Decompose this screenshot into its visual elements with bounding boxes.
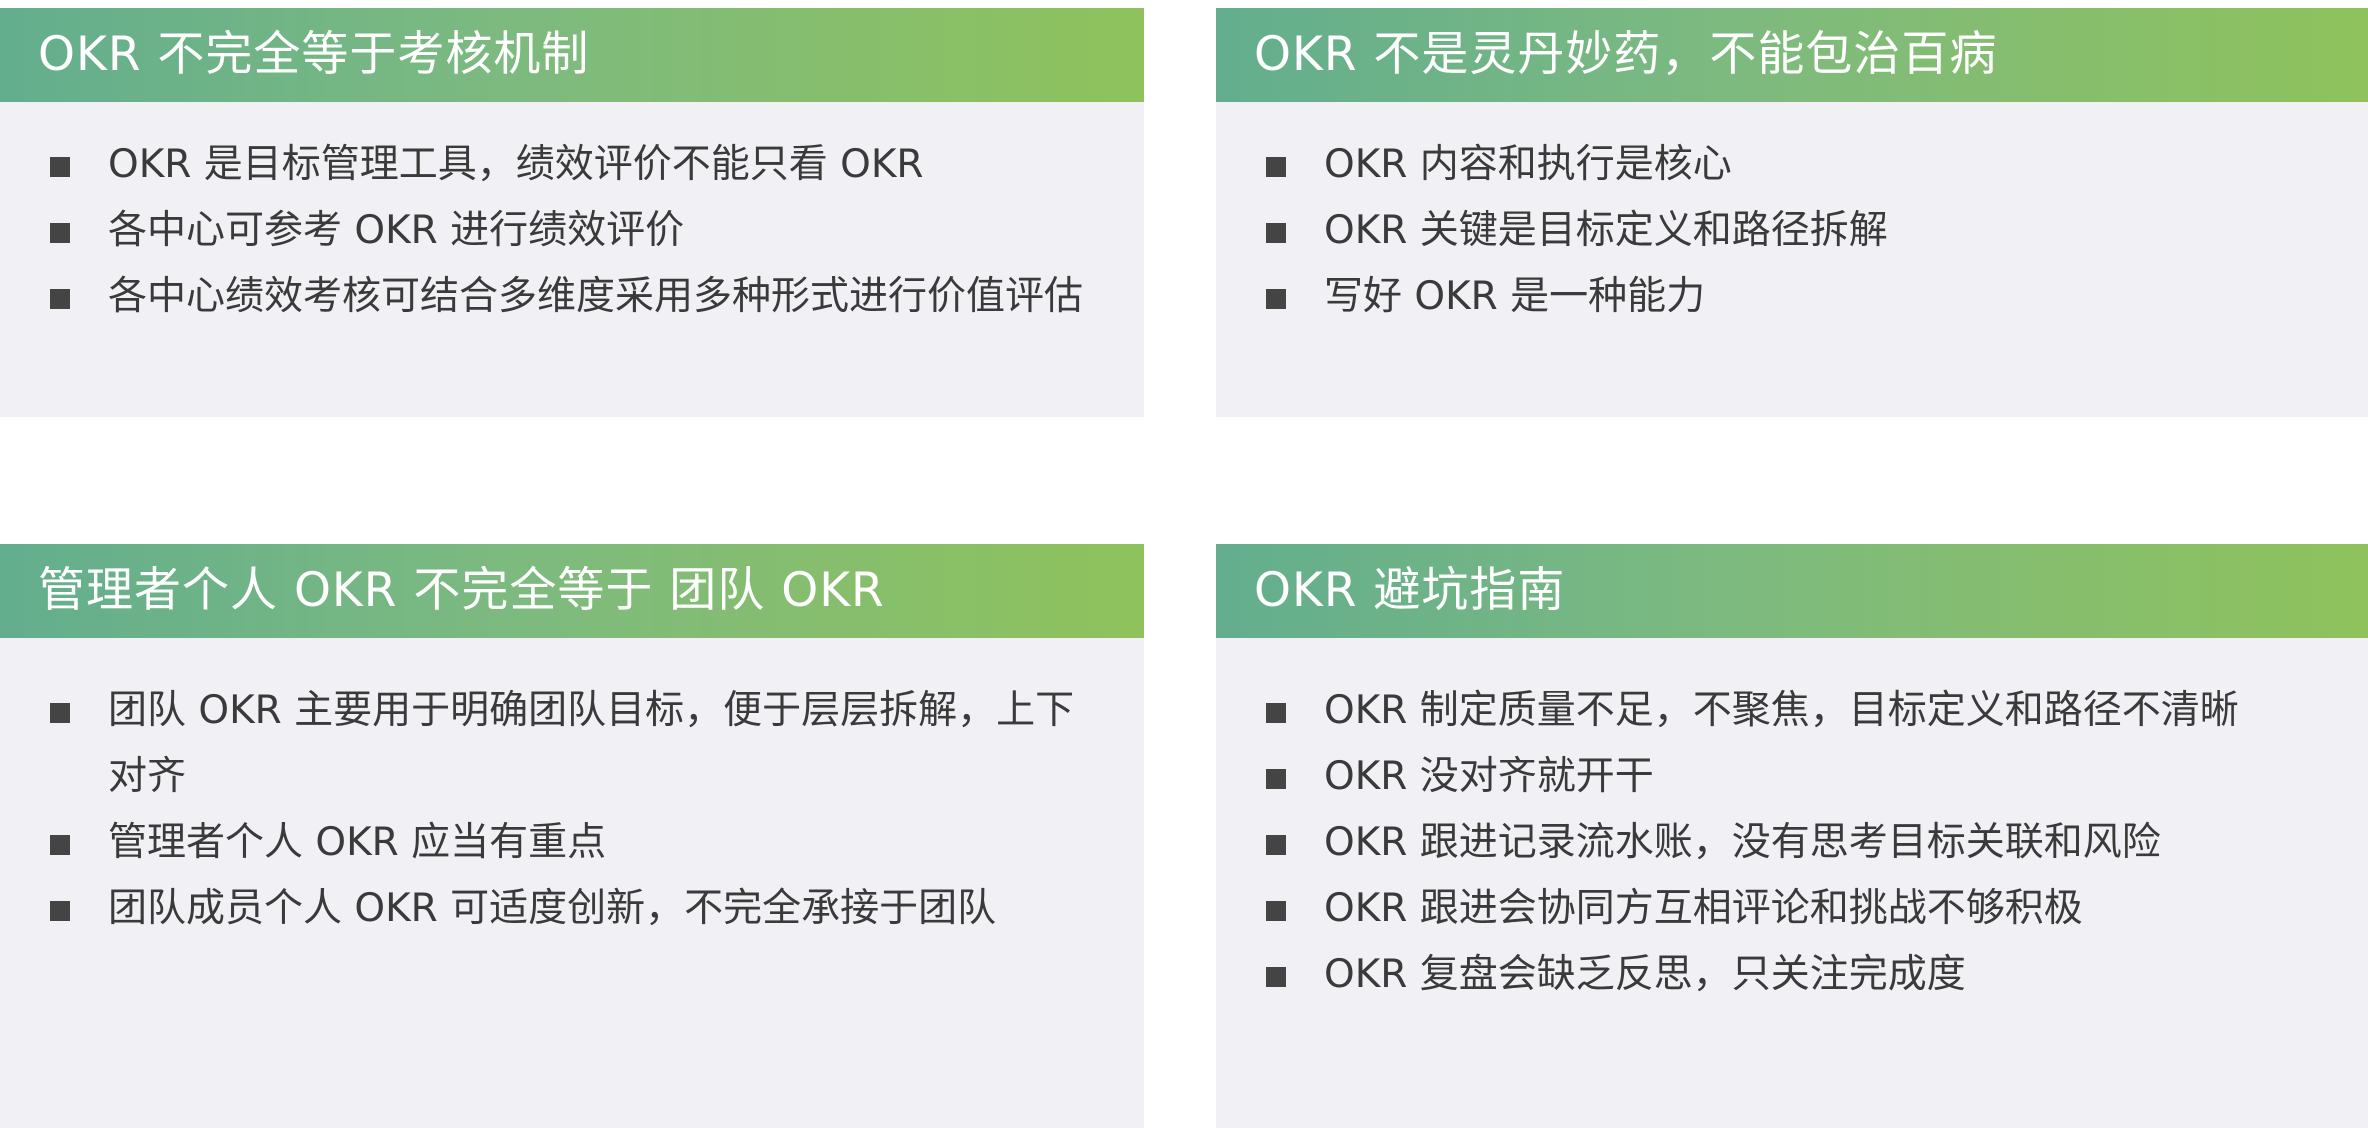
list-item-text: 团队 OKR 主要用于明确团队目标，便于层层拆解，上下对齐 (108, 688, 1075, 799)
square-bullet-icon (50, 835, 70, 855)
card-title: 管理者个人 OKR 不完全等于 团队 OKR (0, 544, 1144, 638)
list-item: OKR 内容和执行是核心 (1216, 132, 2368, 198)
list-item: 管理者个人 OKR 应当有重点 (0, 810, 1144, 876)
square-bullet-icon (50, 223, 70, 243)
list-item-text: OKR 跟进会协同方互相评论和挑战不够积极 (1324, 886, 2083, 931)
list-item-text: 团队成员个人 OKR 可适度创新，不完全承接于团队 (108, 886, 997, 931)
list-item: OKR 关键是目标定义和路径拆解 (1216, 198, 2368, 264)
list-item-text: OKR 制定质量不足，不聚焦，目标定义和路径不清晰 (1324, 688, 2239, 733)
square-bullet-icon (1266, 901, 1286, 921)
card-body: OKR 是目标管理工具，绩效评价不能只看 OKR 各中心可参考 OKR 进行绩效… (0, 102, 1144, 417)
square-bullet-icon (50, 289, 70, 309)
list-item-text: OKR 关键是目标定义和路径拆解 (1324, 208, 1888, 253)
square-bullet-icon (1266, 769, 1286, 789)
list-item-text: OKR 是目标管理工具，绩效评价不能只看 OKR (108, 142, 924, 187)
card-title: OKR 避坑指南 (1216, 544, 2368, 638)
list-item-text: 各中心绩效考核可结合多维度采用多种形式进行价值评估 (108, 274, 1084, 319)
list-item: 写好 OKR 是一种能力 (1216, 264, 2368, 330)
list-item: OKR 复盘会缺乏反思，只关注完成度 (1216, 942, 2368, 1008)
square-bullet-icon (1266, 835, 1286, 855)
list-item-text: 各中心可参考 OKR 进行绩效评价 (108, 208, 685, 253)
list-item: OKR 没对齐就开干 (1216, 744, 2368, 810)
card-okr-not-panacea: OKR 不是灵丹妙药，不能包治百病 OKR 内容和执行是核心 OKR 关键是目标… (1216, 8, 2368, 417)
list-item: 团队成员个人 OKR 可适度创新，不完全承接于团队 (0, 876, 1144, 942)
list-item: OKR 是目标管理工具，绩效评价不能只看 OKR (0, 132, 1144, 198)
square-bullet-icon (1266, 223, 1286, 243)
list-item: OKR 跟进记录流水账，没有思考目标关联和风险 (1216, 810, 2368, 876)
list-item: 团队 OKR 主要用于明确团队目标，便于层层拆解，上下对齐 (0, 678, 1144, 810)
card-title: OKR 不完全等于考核机制 (0, 8, 1144, 102)
card-body: OKR 内容和执行是核心 OKR 关键是目标定义和路径拆解 写好 OKR 是一种… (1216, 102, 2368, 417)
list-item-text: OKR 没对齐就开干 (1324, 754, 1654, 799)
list-item-text: 写好 OKR 是一种能力 (1324, 274, 1706, 319)
list-item: 各中心可参考 OKR 进行绩效评价 (0, 198, 1144, 264)
square-bullet-icon (1266, 157, 1286, 177)
list-item: OKR 制定质量不足，不聚焦，目标定义和路径不清晰 (1216, 678, 2368, 744)
square-bullet-icon (1266, 703, 1286, 723)
list-item-text: OKR 内容和执行是核心 (1324, 142, 1732, 187)
card-body: 团队 OKR 主要用于明确团队目标，便于层层拆解，上下对齐 管理者个人 OKR … (0, 638, 1144, 1128)
card-okr-not-appraisal: OKR 不完全等于考核机制 OKR 是目标管理工具，绩效评价不能只看 OKR 各… (0, 8, 1144, 417)
card-okr-pitfall-guide: OKR 避坑指南 OKR 制定质量不足，不聚焦，目标定义和路径不清晰 OKR 没… (1216, 544, 2368, 1128)
list-item: 各中心绩效考核可结合多维度采用多种形式进行价值评估 (0, 264, 1144, 330)
square-bullet-icon (50, 901, 70, 921)
square-bullet-icon (1266, 967, 1286, 987)
list-item-text: 管理者个人 OKR 应当有重点 (108, 820, 607, 865)
card-title: OKR 不是灵丹妙药，不能包治百病 (1216, 8, 2368, 102)
list-item: OKR 跟进会协同方互相评论和挑战不够积极 (1216, 876, 2368, 942)
list-item-text: OKR 跟进记录流水账，没有思考目标关联和风险 (1324, 820, 2161, 865)
card-body: OKR 制定质量不足，不聚焦，目标定义和路径不清晰 OKR 没对齐就开干 OKR… (1216, 638, 2368, 1128)
list-item-text: OKR 复盘会缺乏反思，只关注完成度 (1324, 952, 1966, 997)
square-bullet-icon (50, 703, 70, 723)
square-bullet-icon (1266, 289, 1286, 309)
square-bullet-icon (50, 157, 70, 177)
card-manager-vs-team-okr: 管理者个人 OKR 不完全等于 团队 OKR 团队 OKR 主要用于明确团队目标… (0, 544, 1144, 1128)
